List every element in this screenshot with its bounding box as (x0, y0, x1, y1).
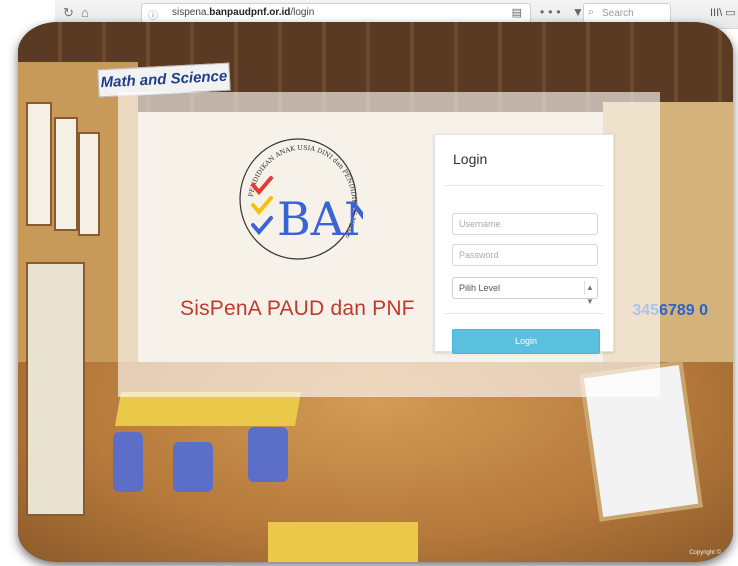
classroom-table (268, 522, 418, 562)
login-title: Login (453, 151, 488, 167)
app-name: SisPenA PAUD dan PNF (180, 297, 415, 320)
logo-letters: BAN (277, 192, 363, 246)
username-input[interactable] (452, 213, 598, 235)
site-info-icon[interactable]: ⓘ (148, 7, 158, 22)
search-icon: ⌕ (588, 6, 595, 18)
reload-icon[interactable]: ↻ (63, 5, 74, 21)
chair (248, 427, 288, 482)
check-blue-icon (251, 216, 273, 236)
url-text: sispena.banpaudpnf.or.id/login (172, 7, 315, 18)
password-input[interactable] (452, 244, 598, 266)
page-viewport: Math and Science 3456789 0 PENDIDIKAN AN… (18, 22, 733, 562)
check-yellow-icon (251, 196, 273, 216)
level-select[interactable]: Pilih Level ▲ ▼ (452, 277, 598, 306)
chair (173, 442, 213, 492)
library-icon[interactable]: III\ ▭ (710, 6, 736, 19)
reader-view-icon[interactable]: ▤ (512, 6, 522, 19)
chevron-down-icon: ▲ ▼ (584, 281, 595, 306)
classroom-table (115, 392, 301, 426)
login-button[interactable]: Login (452, 329, 600, 354)
divider (445, 185, 603, 186)
wall-poster (78, 132, 100, 236)
login-box: Login Pilih Level ▲▼ Login (434, 134, 614, 354)
home-icon[interactable]: ⌂ (81, 5, 89, 20)
wall-poster (54, 117, 78, 231)
wall-board (26, 262, 85, 516)
login-panel: PENDIDIKAN ANAK USIA DINI dan PENDIDIKAN… (118, 92, 660, 397)
address-bar[interactable]: ⓘ sispena.banpaudpnf.or.id/login ▤ (141, 3, 531, 23)
copyright-text: Copyright © (689, 550, 721, 556)
divider (445, 313, 603, 314)
wall-poster (26, 102, 52, 226)
ban-logo: PENDIDIKAN ANAK USIA DINI dan PENDIDIKAN… (233, 127, 363, 260)
level-select-value: Pilih Level (459, 283, 501, 293)
chair (113, 432, 143, 492)
search-placeholder: Search (602, 8, 634, 19)
browser-search-box[interactable]: ⌕ Search (583, 3, 671, 23)
